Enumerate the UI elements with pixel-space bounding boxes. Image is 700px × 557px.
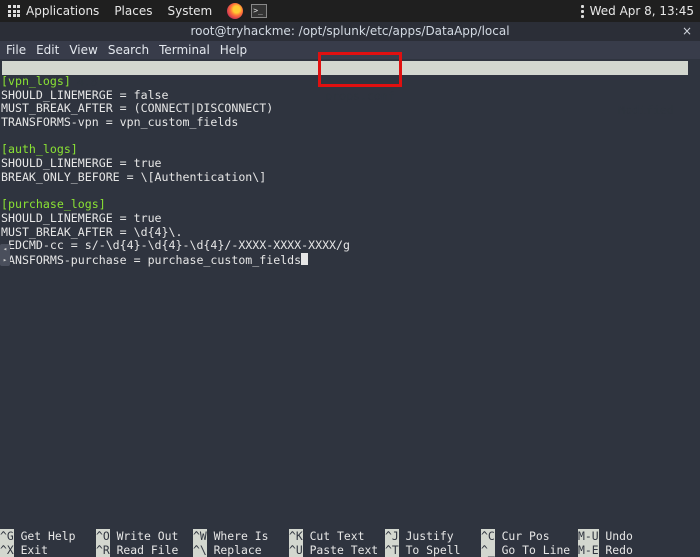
shortcut-key: ^U [289,543,303,557]
shortcut-key: M-E [578,543,599,557]
applications-grid-icon[interactable] [8,5,20,17]
shortcut-paste-text[interactable]: ^U Paste Text [289,543,378,557]
editor-line: SHOULD_LINEMERGE = false [1,87,169,102]
shortcut-label: Cur Pos [494,529,550,543]
shortcut-label: Paste Text [302,543,379,557]
menu-file[interactable]: File [6,43,26,57]
clock[interactable]: Wed Apr 8, 13:45 [590,4,694,18]
nano-header: GNU nano 4.8 props.conf Modified [2,61,688,117]
menu-terminal[interactable]: Terminal [159,43,210,57]
terminal-menubar: File Edit View Search Terminal Help [0,41,700,59]
editor-line: SHOULD_LINEMERGE = true [1,210,162,225]
shortcut-where-is[interactable]: ^W Where Is [193,529,268,543]
menu-help[interactable]: Help [220,43,247,57]
shortcut-label: Go To Line [494,543,571,557]
nano-status: Modified [618,103,674,117]
scroll-handle[interactable]: ◂ ▸ [0,244,10,266]
stanza-header-line: [vpn_logs] [1,74,71,88]
window-titlebar[interactable]: root@tryhackme: /opt/splunk/etc/apps/Dat… [0,22,700,41]
shortcut-key: ^T [385,543,399,557]
editor-line: TRANSFORMS-vpn = vpn_custom_fields [1,115,239,130]
system-menu[interactable]: System [167,4,212,18]
shortcut-key: M-U [578,529,599,543]
shortcut-cur-pos[interactable]: ^C Cur Pos [481,529,550,543]
close-window-icon[interactable]: × [682,22,692,41]
shortcut-label: Write Out [109,529,179,543]
shortcut-key: ^O [96,529,110,543]
shortcut-label: Cut Text [302,529,365,543]
shortcut-to-spell[interactable]: ^T To Spell [385,543,460,557]
shortcut-label: Redo [598,543,633,557]
top-panel: Applications Places System >_ Wed Apr 8,… [0,0,700,22]
shortcut-label: Where Is [206,529,269,543]
shortcut-exit[interactable]: ^X Exit [0,543,48,557]
shortcut-key: ^_ [481,543,495,557]
stanza-header-line: [purchase_logs] [1,197,106,212]
shortcut-key: ^R [96,543,110,557]
editor-line: BREAK_ONLY_BEFORE = \[Authentication\] [1,169,267,184]
terminal-area[interactable]: GNU nano 4.8 props.conf Modified [vpn_lo… [0,59,700,557]
shortcut-label: Replace [206,543,262,557]
shortcut-label: Get Help [13,529,76,543]
shortcut-key: ^\ [193,543,207,557]
menu-search[interactable]: Search [108,43,149,57]
shortcut-undo[interactable]: M-U Undo [578,529,633,543]
editor-line: MUST_BREAK_AFTER = \d{4}\. [1,224,183,239]
window-title: root@tryhackme: /opt/splunk/etc/apps/Dat… [190,24,510,38]
firefox-icon[interactable] [227,3,244,19]
shortcut-redo[interactable]: M-E Redo [578,543,633,557]
places-menu[interactable]: Places [114,4,152,18]
shortcut-get-help[interactable]: ^G Get Help [0,529,75,543]
shortcut-justify[interactable]: ^J Justify [385,529,454,543]
editor-line: ANSFORMS-purchase = purchase_custom_fiel… [1,252,350,267]
shortcut-label: Read File [109,543,179,557]
shortcut-key: ^K [289,529,303,543]
shortcut-key: ^X [0,543,14,557]
editor-line: MUST_BREAK_AFTER = (CONNECT|DISCONNECT) [1,101,274,116]
shortcut-label: Exit [13,543,49,557]
shortcut-key: ^J [385,529,399,543]
text-cursor [301,252,309,265]
shortcut-cut-text[interactable]: ^K Cut Text [289,529,364,543]
shortcut-label: To Spell [398,543,461,557]
shortcut-key: ^W [193,529,207,543]
stanza-header-line: [auth_logs] [1,142,78,157]
menu-edit[interactable]: Edit [36,43,59,57]
shortcut-key: ^C [481,529,495,543]
shortcut-replace[interactable]: ^\ Replace [193,543,262,557]
menu-view[interactable]: View [69,43,97,57]
applications-menu[interactable]: Applications [26,4,99,18]
terminal-launcher-icon[interactable]: >_ [251,4,268,18]
editor-line: SHOULD_LINEMERGE = true [1,156,162,171]
shortcut-label: Justify [398,529,454,543]
editor-buffer[interactable]: [vpn_logs] SHOULD_LINEMERGE = false MUST_B… [1,74,351,267]
nano-shortcut-bar: ^G Get Help ^O Write Out ^W Where Is ^K Cut… [0,529,700,557]
shortcut-read-file[interactable]: ^R Read File [96,543,178,557]
editor-line: EDCMD-cc = s/-\d{4}-\d{4}-\d{4}/-XXXX-XX… [1,238,351,253]
shortcut-go-to-line[interactable]: ^_ Go To Line [481,543,570,557]
shortcut-write-out[interactable]: ^O Write Out [96,529,178,543]
shortcut-key: ^G [0,529,14,543]
panel-overflow-icon[interactable] [580,4,584,18]
shortcut-label: Undo [598,529,633,543]
